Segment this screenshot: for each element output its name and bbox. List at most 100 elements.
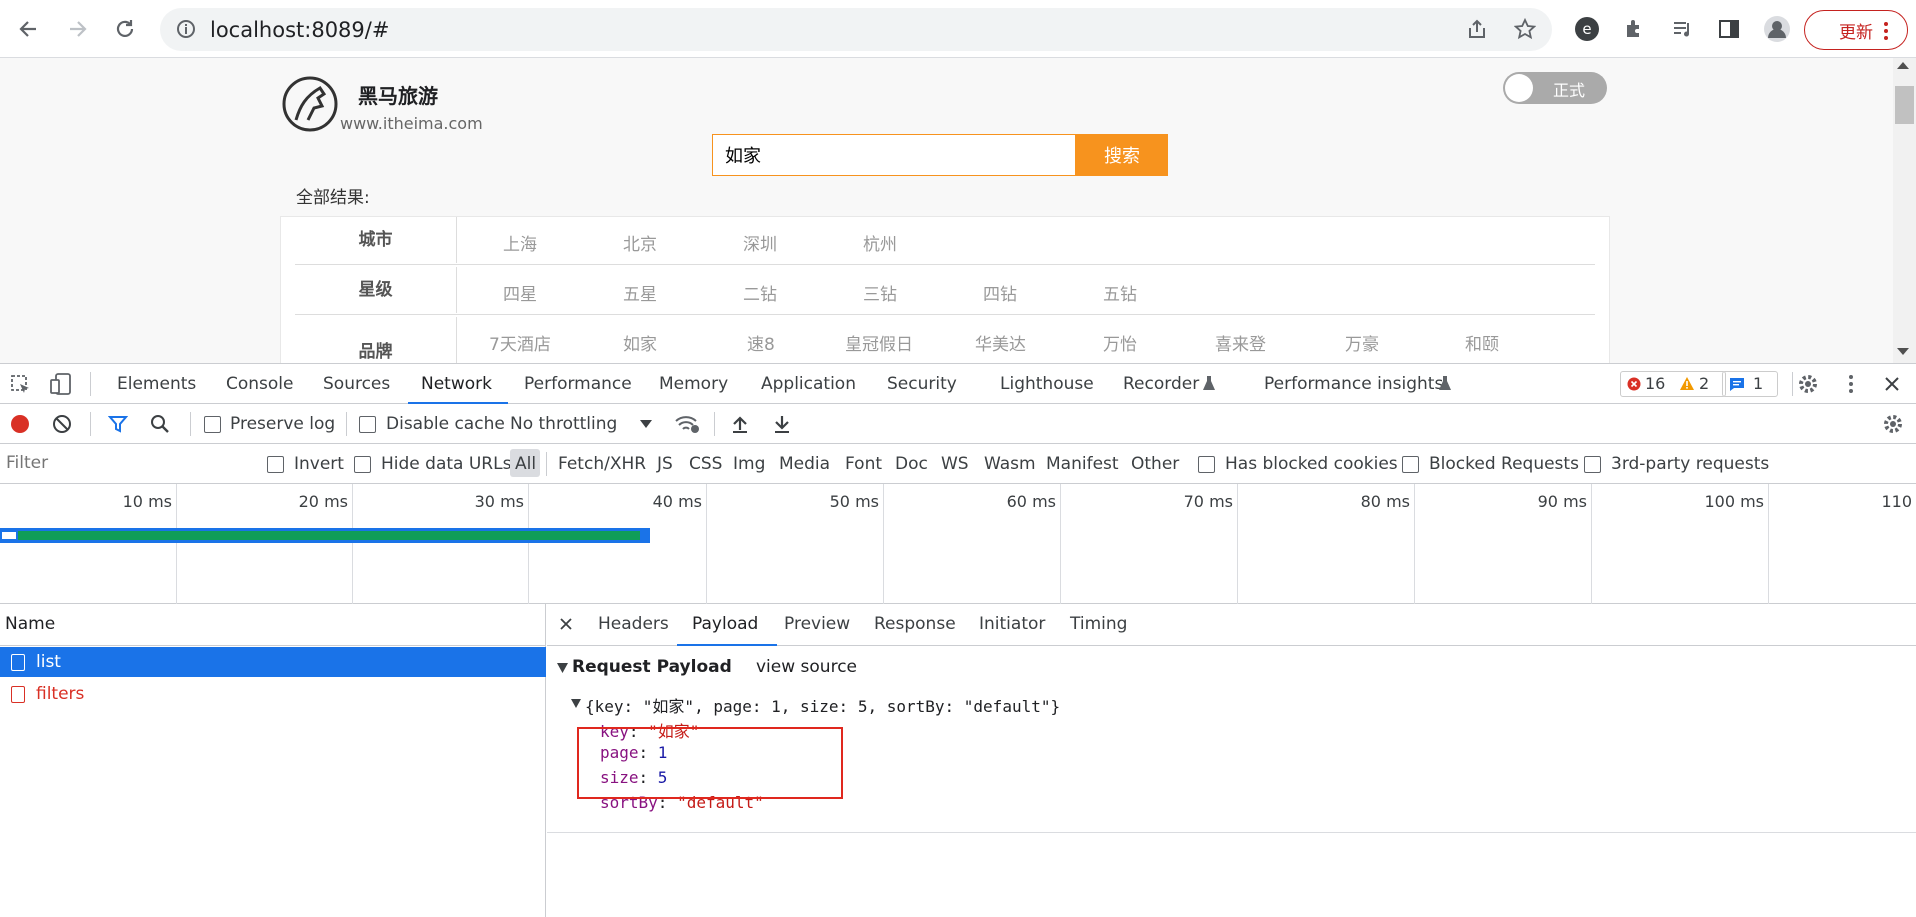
network-timeline-overview[interactable]: 10 ms 20 ms 30 ms 40 ms 50 ms 60 ms 70 m… <box>0 484 1916 604</box>
filter-option[interactable]: 如家 <box>623 330 657 355</box>
hide-data-urls-checkbox[interactable] <box>354 456 371 473</box>
clear-icon[interactable] <box>52 414 72 434</box>
tab-initiator[interactable]: Initiator <box>979 614 1045 634</box>
expand-triangle-icon[interactable] <box>571 699 581 708</box>
network-conditions-icon[interactable] <box>674 413 700 435</box>
type-filter-doc[interactable]: Doc <box>895 454 928 474</box>
tab-payload[interactable]: Payload <box>692 614 758 634</box>
tab-elements[interactable]: Elements <box>117 374 196 394</box>
filter-option[interactable]: 五星 <box>623 280 657 305</box>
filter-option[interactable]: 华美达 <box>975 330 1026 355</box>
invert-checkbox[interactable] <box>267 456 284 473</box>
media-control-icon[interactable] <box>1668 14 1698 44</box>
tab-application[interactable]: Application <box>761 374 856 394</box>
search-button[interactable]: 搜索 <box>1076 134 1168 176</box>
tab-performance-insights[interactable]: Performance insights <box>1264 374 1443 394</box>
type-filter-js[interactable]: JS <box>657 454 673 474</box>
back-button[interactable] <box>12 12 46 46</box>
type-filter-css[interactable]: CSS <box>689 454 722 474</box>
extensions-puzzle-icon[interactable] <box>1620 14 1650 44</box>
filter-input[interactable] <box>0 450 248 476</box>
scroll-down-arrow-icon[interactable] <box>1897 348 1909 355</box>
request-row-list[interactable]: list <box>0 647 546 677</box>
profile-avatar-icon[interactable] <box>1762 14 1792 44</box>
name-column-header[interactable]: Name <box>0 604 546 646</box>
filter-option[interactable]: 速8 <box>747 330 775 355</box>
type-filter-wasm[interactable]: Wasm <box>984 454 1036 474</box>
disable-cache-checkbox[interactable] <box>359 416 376 433</box>
blocked-requests-checkbox[interactable] <box>1402 456 1419 473</box>
filter-option[interactable]: 杭州 <box>863 230 897 255</box>
search-input[interactable] <box>712 134 1076 176</box>
inspect-element-icon[interactable] <box>10 374 32 396</box>
page-scrollbar[interactable] <box>1893 58 1916 363</box>
import-har-icon[interactable] <box>730 414 750 434</box>
device-toolbar-icon[interactable] <box>50 372 72 396</box>
has-blocked-cookies-checkbox[interactable] <box>1198 456 1215 473</box>
extension-e-icon[interactable]: e <box>1572 14 1602 44</box>
filter-option[interactable]: 三钻 <box>863 280 897 305</box>
type-filter-media[interactable]: Media <box>779 454 830 474</box>
tab-console[interactable]: Console <box>226 374 294 394</box>
tab-headers[interactable]: Headers <box>598 614 669 634</box>
type-filter-all[interactable]: All <box>515 454 536 474</box>
type-filter-img[interactable]: Img <box>733 454 765 474</box>
filter-option[interactable]: 上海 <box>503 230 537 255</box>
third-party-checkbox[interactable] <box>1584 456 1601 473</box>
forward-button[interactable] <box>60 12 94 46</box>
settings-gear-icon[interactable] <box>1797 373 1819 395</box>
error-warning-counter[interactable]: 16 2 <box>1620 371 1726 397</box>
tab-sources[interactable]: Sources <box>323 374 390 394</box>
filter-funnel-icon[interactable] <box>108 414 128 434</box>
filter-option[interactable]: 五钻 <box>1103 280 1137 305</box>
issues-counter[interactable]: 1 <box>1722 371 1778 397</box>
type-filter-fetch-xhr[interactable]: Fetch/XHR <box>558 454 646 474</box>
scroll-up-arrow-icon[interactable] <box>1897 62 1909 69</box>
share-icon[interactable] <box>1466 18 1488 40</box>
filter-option[interactable]: 北京 <box>623 230 657 255</box>
close-devtools-icon[interactable] <box>1884 376 1900 392</box>
preserve-log-checkbox[interactable] <box>204 416 221 433</box>
tab-recorder[interactable]: Recorder <box>1123 374 1199 394</box>
filter-option[interactable]: 7天酒店 <box>489 330 551 355</box>
filter-option[interactable]: 深圳 <box>743 230 777 255</box>
scrollbar-thumb[interactable] <box>1895 86 1914 124</box>
bookmark-star-icon[interactable] <box>1514 18 1536 40</box>
type-filter-ws[interactable]: WS <box>941 454 969 474</box>
search-icon[interactable] <box>150 414 170 434</box>
export-har-icon[interactable] <box>772 414 792 434</box>
tab-timing[interactable]: Timing <box>1070 614 1127 634</box>
request-row-filters[interactable]: filters <box>0 679 546 709</box>
update-button[interactable]: 更新 <box>1804 10 1908 50</box>
tab-performance[interactable]: Performance <box>524 374 632 394</box>
expand-triangle-icon[interactable] <box>557 663 568 673</box>
env-toggle-switch[interactable]: 正式 <box>1503 72 1607 104</box>
filter-option[interactable]: 万豪 <box>1345 330 1379 355</box>
type-filter-font[interactable]: Font <box>845 454 882 474</box>
tab-security[interactable]: Security <box>887 374 957 394</box>
view-source-link[interactable]: view source <box>756 657 857 677</box>
filter-option[interactable]: 四钻 <box>983 280 1017 305</box>
info-icon[interactable] <box>176 19 196 39</box>
filter-option[interactable]: 四星 <box>503 280 537 305</box>
close-detail-icon[interactable] <box>559 617 573 631</box>
network-settings-gear-icon[interactable] <box>1882 413 1904 435</box>
type-filter-other[interactable]: Other <box>1131 454 1179 474</box>
side-panel-icon[interactable] <box>1714 14 1744 44</box>
throttling-select[interactable]: No throttling <box>510 414 617 434</box>
tab-preview[interactable]: Preview <box>784 614 850 634</box>
type-filter-manifest[interactable]: Manifest <box>1046 454 1119 474</box>
record-icon[interactable] <box>10 414 30 434</box>
reload-button[interactable] <box>108 12 142 46</box>
more-options-icon[interactable] <box>1848 373 1854 395</box>
filter-option[interactable]: 喜来登 <box>1215 330 1266 355</box>
tab-network[interactable]: Network <box>421 374 492 394</box>
tab-response[interactable]: Response <box>874 614 956 634</box>
filter-option[interactable]: 和颐 <box>1465 330 1499 355</box>
tab-lighthouse[interactable]: Lighthouse <box>1000 374 1094 394</box>
filter-option[interactable]: 万怡 <box>1103 330 1137 355</box>
address-bar[interactable]: localhost:8089/# <box>160 8 1552 51</box>
tab-memory[interactable]: Memory <box>659 374 728 394</box>
filter-option[interactable]: 皇冠假日 <box>845 330 913 355</box>
filter-option[interactable]: 二钻 <box>743 280 777 305</box>
